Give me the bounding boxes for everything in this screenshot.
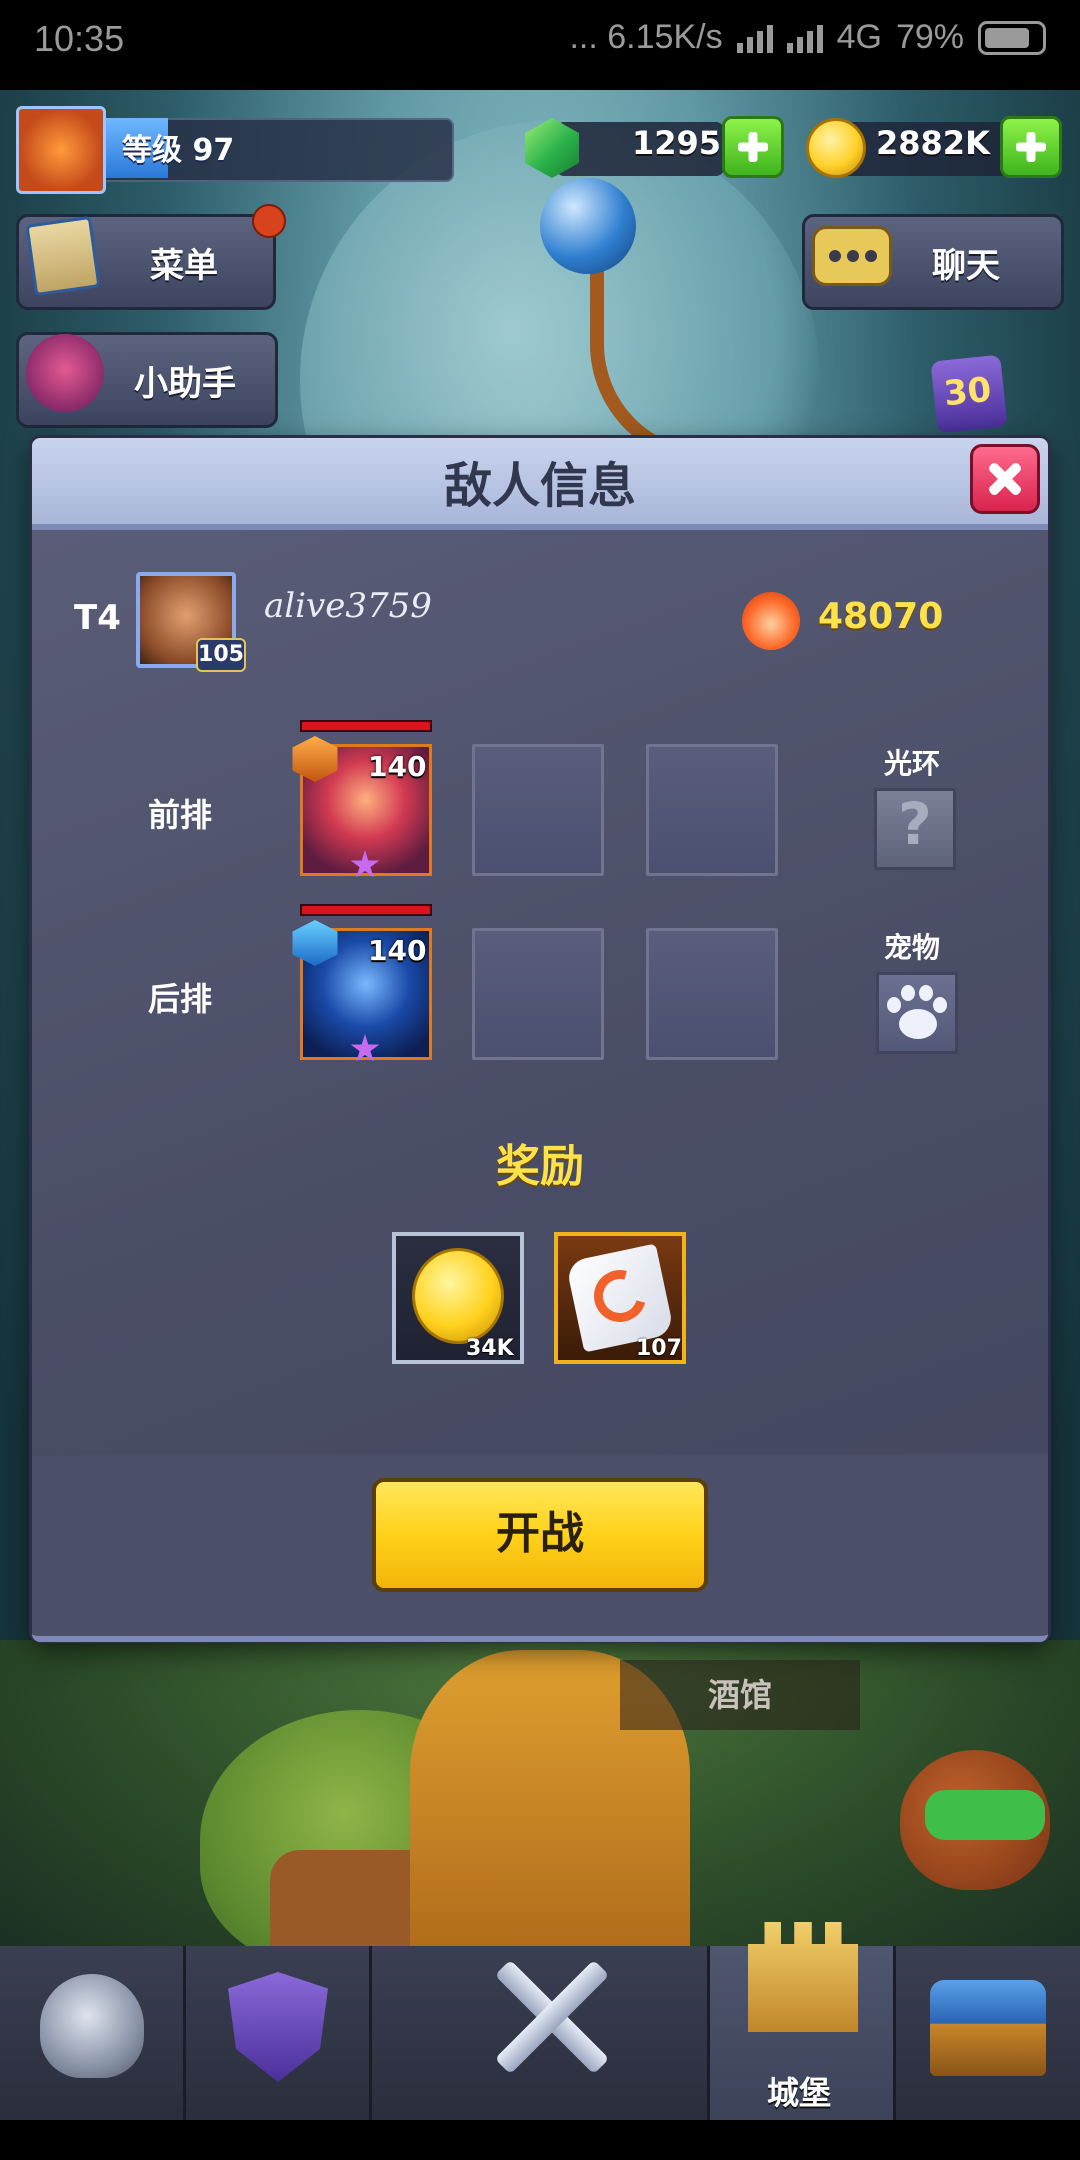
empty-hero-slot[interactable]: [472, 744, 604, 876]
paw-toe: [901, 985, 915, 1001]
enemy-tier: T4: [74, 598, 121, 638]
nav-guild[interactable]: [186, 1946, 372, 2120]
helper-label: 小助手: [134, 364, 236, 404]
helmet-icon: [40, 1974, 144, 2078]
status-time: 10:35: [34, 18, 125, 59]
question-mark-icon: ?: [898, 790, 932, 858]
reward-title: 奖励: [496, 1141, 584, 1192]
battery-icon: [978, 20, 1046, 55]
treasure-chest-icon: [930, 1980, 1046, 2076]
add-gold-button[interactable]: [1000, 116, 1062, 178]
paw-icon: [899, 1009, 937, 1039]
pet-slot[interactable]: [876, 972, 958, 1054]
paw-toe: [933, 997, 947, 1013]
empty-hero-slot[interactable]: [472, 928, 604, 1060]
menu-label: 菜单: [150, 246, 218, 286]
signal-icon-2: [786, 23, 823, 53]
menu-scroll-icon: [25, 215, 101, 297]
guild-shield-icon: [228, 1972, 328, 2082]
signal-icon: [736, 23, 773, 53]
chat-label: 聊天: [932, 246, 1000, 286]
nav-chest[interactable]: [896, 1946, 1080, 2120]
gold-count: 2882K: [876, 124, 990, 162]
gem-count: 1295: [632, 124, 722, 162]
nav-castle-label: 城堡: [766, 2074, 831, 2112]
paw-toe: [919, 985, 933, 1001]
tavern-label[interactable]: 酒馆: [620, 1660, 860, 1730]
paw-toe: [887, 997, 901, 1013]
reward-scroll-qty: 107: [636, 1336, 682, 1361]
dialog-title: 敌人信息: [443, 458, 636, 514]
pot-gems-decoration: [925, 1790, 1045, 1840]
castle-icon: [748, 1922, 858, 2032]
network-type: 4G: [836, 18, 882, 56]
system-nav-bar: [0, 2120, 1080, 2160]
gold-coin-icon: [412, 1248, 504, 1344]
nav-heroes[interactable]: [0, 1946, 186, 2120]
magic-orb-decoration: [540, 178, 636, 274]
back-row-label: 后排: [148, 980, 213, 1018]
gold-coin-icon: [806, 118, 866, 178]
front-row-label: 前排: [148, 796, 213, 834]
enemy-level-badge: 105: [196, 638, 246, 672]
empty-hero-slot[interactable]: [646, 928, 778, 1060]
helper-avatar-icon: [26, 334, 104, 412]
pet-label: 宠物: [884, 931, 941, 964]
close-button[interactable]: [970, 444, 1040, 514]
status-icons: ... 6.15K/s 4G 79%: [569, 18, 1046, 57]
enemy-name: alive3759: [264, 586, 432, 626]
aura-label: 光环: [884, 747, 941, 780]
nav-battle[interactable]: [372, 1946, 710, 2120]
power-fist-icon: [742, 592, 800, 650]
battery-percent: 79%: [895, 18, 964, 56]
player-avatar[interactable]: [16, 106, 106, 194]
back-hero-level: 140: [368, 934, 427, 967]
add-gems-button[interactable]: [722, 116, 784, 178]
empty-hero-slot[interactable]: [646, 744, 778, 876]
player-level: 等级 97: [122, 133, 235, 168]
hero-hp-bar: [300, 904, 432, 916]
chat-bubble-icon: [812, 226, 892, 286]
enemy-power: 48070: [818, 596, 944, 637]
notification-dot: [252, 204, 286, 238]
network-speed: ... 6.15K/s: [569, 18, 723, 56]
reward-gold-qty: 34K: [466, 1336, 514, 1361]
start-battle-button[interactable]: 开战: [372, 1478, 708, 1592]
event-calendar-number: 30: [942, 369, 994, 415]
hero-hp-bar: [300, 720, 432, 732]
front-hero-level: 140: [368, 750, 427, 783]
